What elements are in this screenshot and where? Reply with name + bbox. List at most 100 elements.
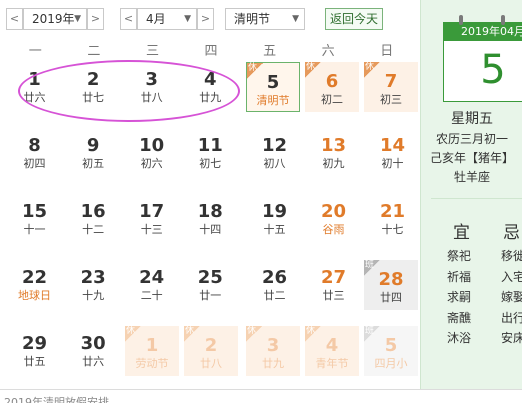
weekday-text: 星期五: [451, 111, 493, 127]
ji-item: 移徙: [501, 249, 522, 263]
lunar-label: 十四: [199, 223, 222, 236]
day-cell[interactable]: 休 2 廿八: [184, 326, 238, 376]
lunar-label: 廿三: [322, 289, 345, 302]
lunar-label: 初二: [321, 93, 343, 106]
day-number: 30: [80, 333, 106, 354]
lunar-label: 廿四: [380, 291, 402, 304]
yi-item: 沐浴: [447, 331, 472, 345]
rest-badge: 休: [246, 326, 262, 342]
work-badge: 班: [364, 326, 380, 342]
back-to-today-button[interactable]: 返回今天: [325, 8, 383, 30]
rest-badge: 休: [305, 326, 321, 342]
yi-heading: 宜: [453, 223, 470, 243]
divider: [431, 198, 522, 199]
day-cell[interactable]: 25 廿一: [182, 258, 239, 310]
day-cell[interactable]: 24 二十: [123, 258, 180, 310]
lunar-label: 十二: [82, 223, 105, 236]
weekday-header: 一 二 三 四 五 六 日: [6, 40, 416, 60]
ji-item: 出行: [501, 310, 522, 325]
binder-ring-icon: [459, 15, 463, 25]
day-cell[interactable]: 27 廿三: [305, 258, 362, 310]
day-cell[interactable]: 13 初九: [305, 126, 362, 178]
lunar-date-text: 农历三月初一: [435, 132, 508, 146]
month-value: 4月: [146, 12, 166, 26]
day-number: 27: [320, 267, 347, 288]
day-cell[interactable]: 休 3 廿九: [246, 326, 300, 376]
day-cell[interactable]: 16 十二: [65, 192, 122, 244]
next-year-button[interactable]: >: [87, 8, 104, 30]
prev-year-button[interactable]: <: [6, 8, 23, 30]
day-cell[interactable]: 15 十一: [6, 192, 63, 244]
day-cell[interactable]: 11 初七: [182, 126, 239, 178]
yi-item: 求嗣: [447, 290, 472, 304]
next-month-button[interactable]: >: [197, 8, 214, 30]
day-cell[interactable]: 21 十七: [364, 192, 421, 244]
work-badge: 班: [364, 260, 380, 276]
day-cell[interactable]: 14 初十: [364, 126, 421, 178]
day-number: 29: [21, 333, 48, 354]
year-value: 2019年: [32, 12, 75, 26]
year-select[interactable]: 2019年 ▼: [23, 8, 87, 30]
weekday-label: 日: [380, 44, 394, 59]
lunar-label: 初八: [263, 157, 286, 170]
ji-item: 入宅: [501, 269, 522, 284]
day-number: 19: [261, 201, 288, 222]
day-number: 26: [261, 267, 288, 288]
day-number: 10: [139, 135, 165, 156]
weekday-label: 五: [263, 44, 277, 59]
day-cell[interactable]: 10 初六: [123, 126, 180, 178]
lunar-label: 谷雨: [322, 223, 345, 236]
day-cell[interactable]: 23 十九: [65, 258, 122, 310]
weekday-label: 一: [28, 44, 42, 59]
day-cell[interactable]: 29 廿五: [6, 324, 63, 376]
zodiac-text: 牡羊座: [453, 170, 490, 184]
day-cell[interactable]: 9 初五: [65, 126, 122, 178]
day-cell[interactable]: 班 5 四月小: [364, 326, 418, 376]
lunar-label: 廿二: [263, 289, 286, 302]
day-cell[interactable]: 休 7 初三: [364, 62, 418, 112]
day-number: 20: [320, 201, 347, 222]
day-number: 21: [379, 201, 406, 222]
day-cell[interactable]: 30 廿六: [65, 324, 122, 376]
lunar-label: 初六: [140, 157, 163, 170]
day-number: 9: [86, 135, 100, 156]
month-select[interactable]: 4月 ▼: [137, 8, 197, 30]
date-card-header: 2019年04月: [444, 23, 522, 41]
day-cell[interactable]: 26 廿二: [246, 258, 303, 310]
day-cell[interactable]: 19 十五: [246, 192, 303, 244]
lunar-label: 地球日: [18, 289, 51, 302]
day-cell[interactable]: 休 4 青年节: [305, 326, 359, 376]
day-number: 12: [261, 135, 288, 156]
day-cell[interactable]: 休 1 劳动节: [125, 326, 179, 376]
day-cell[interactable]: 22 地球日: [6, 258, 63, 310]
day-number: 22: [21, 267, 48, 288]
lunar-label: 廿六: [82, 355, 105, 368]
holiday-value: 清明节: [234, 12, 271, 26]
day-number: 17: [139, 201, 165, 222]
rest-badge: 休: [184, 326, 200, 342]
day-number: 16: [80, 201, 106, 222]
day-number: 13: [320, 135, 347, 156]
divider: [0, 389, 522, 390]
highlight-ellipse: [18, 60, 240, 122]
holiday-select[interactable]: 清明节 ▼: [225, 8, 305, 30]
day-cell-selected[interactable]: 休 5 清明节: [246, 62, 300, 112]
caption-text: 2019年清明放假安排: [4, 396, 109, 403]
day-cell[interactable]: 休 6 初二: [305, 62, 359, 112]
chevron-down-icon: ▼: [74, 14, 81, 24]
day-number: 8: [28, 135, 41, 156]
rest-badge: 休: [125, 326, 141, 342]
day-cell[interactable]: 20 谷雨: [305, 192, 362, 244]
date-card-day: 5: [480, 47, 506, 93]
day-number: 18: [197, 201, 223, 222]
lunar-label: 初三: [380, 93, 402, 106]
day-cell[interactable]: 8 初四: [6, 126, 63, 178]
day-cell[interactable]: 18 十四: [182, 192, 239, 244]
binder-ring-icon: [501, 15, 505, 25]
weekday-label: 三: [145, 44, 159, 59]
lunar-label: 廿八: [200, 357, 222, 370]
day-cell[interactable]: 17 十三: [123, 192, 180, 244]
day-cell[interactable]: 班 28 廿四: [364, 260, 418, 310]
day-cell[interactable]: 12 初八: [246, 126, 303, 178]
prev-month-button[interactable]: <: [120, 8, 137, 30]
